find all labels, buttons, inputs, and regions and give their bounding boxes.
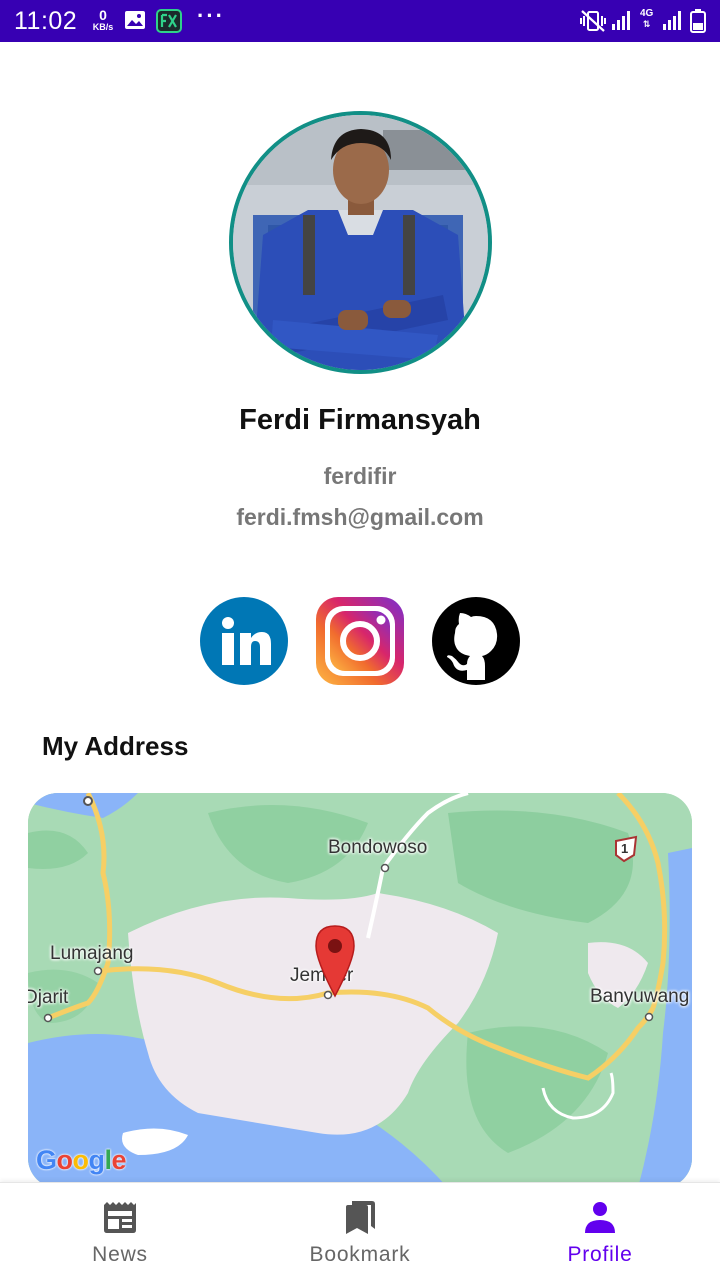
linkedin-icon <box>200 597 288 685</box>
google-logo-letter: o <box>72 1145 90 1175</box>
address-section-title: My Address <box>42 731 189 761</box>
linkedin-button[interactable] <box>199 596 289 686</box>
bottom-navigation: News Bookmark Profile <box>0 1182 720 1280</box>
google-attribution: Google <box>36 1145 127 1176</box>
profile-name: Ferdi Firmansyah <box>239 404 481 436</box>
network-type: 4G ⇅ <box>640 8 654 30</box>
github-icon <box>432 597 520 685</box>
nav-item-profile[interactable]: Profile <box>480 1183 720 1280</box>
google-logo-letter: e <box>111 1145 127 1175</box>
signal-icon <box>612 11 630 30</box>
gallery-icon <box>125 11 145 29</box>
google-logo-letter: l <box>104 1145 113 1175</box>
nav-item-bookmark[interactable]: Bookmark <box>240 1183 480 1280</box>
map-label-banyuwangi: Banyuwang <box>590 986 690 1007</box>
net-speed: 0 KB/s <box>89 8 117 32</box>
network-type-label: 4G <box>640 8 654 19</box>
instagram-button[interactable] <box>315 596 405 686</box>
status-time: 11:02 <box>14 7 78 35</box>
address-map[interactable]: Bondowoso Lumajang Jember Djarit Banyuwa… <box>28 793 692 1188</box>
google-logo-letter: o <box>56 1145 74 1175</box>
map-label-djarit: Djarit <box>28 987 69 1008</box>
newspaper-icon <box>104 1202 136 1233</box>
github-button[interactable] <box>431 596 521 686</box>
nav-item-news[interactable]: News <box>0 1183 240 1280</box>
location-marker-icon[interactable] <box>314 924 356 998</box>
google-logo-letter: g <box>88 1145 106 1175</box>
nav-label-news: News <box>92 1243 148 1266</box>
net-speed-unit: KB/s <box>92 22 114 32</box>
vibrate-mute-icon <box>580 10 606 32</box>
nav-label-bookmark: Bookmark <box>309 1243 411 1266</box>
person-icon <box>585 1202 615 1233</box>
bookmarks-icon <box>346 1201 375 1234</box>
google-logo-letter: G <box>36 1145 57 1175</box>
net-speed-value: 0 <box>99 7 107 23</box>
profile-avatar <box>229 111 492 374</box>
status-bar: 11:02 0 KB/s ··· 4G ⇅ <box>0 0 720 42</box>
map-label-bondowoso: Bondowoso <box>328 837 428 858</box>
profile-email: ferdi.fmsh@gmail.com <box>236 504 484 530</box>
map-label-lumajang: Lumajang <box>50 943 134 964</box>
app-notification-icon <box>156 9 182 33</box>
avatar-photo <box>233 115 488 370</box>
more-notifications-icon: ··· <box>197 3 225 28</box>
route-shield-label: 1 <box>621 841 629 856</box>
battery-icon <box>690 9 706 33</box>
nav-label-profile: Profile <box>567 1243 633 1266</box>
signal-icon-2 <box>663 11 681 30</box>
profile-username: ferdifir <box>323 463 397 489</box>
instagram-icon <box>316 597 404 685</box>
